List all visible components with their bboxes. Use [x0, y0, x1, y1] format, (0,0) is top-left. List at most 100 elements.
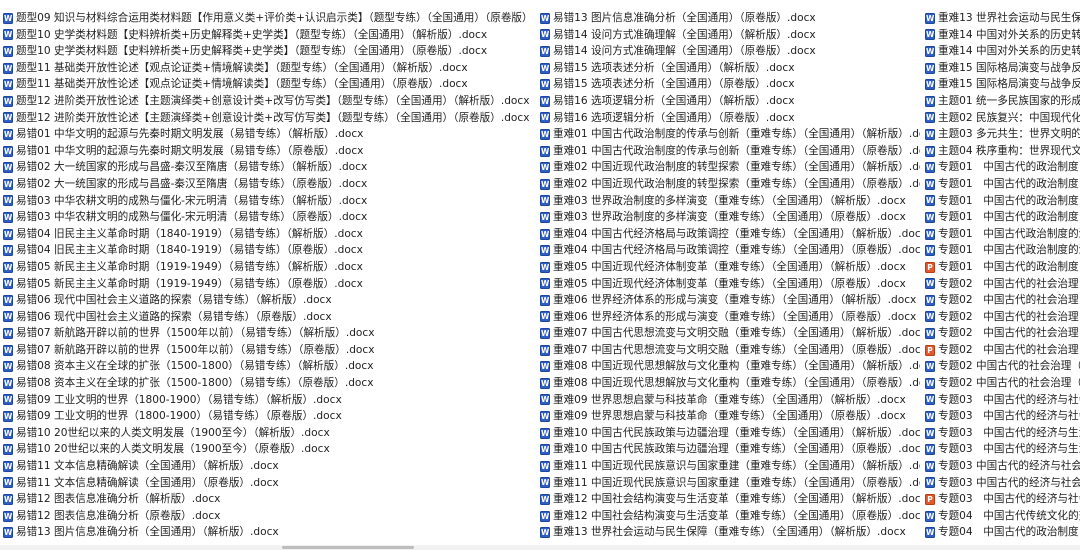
file-name: 专题02 中国古代的社会治理（复 [938, 294, 1080, 307]
file-item[interactable]: 重难15 国际格局演变与战争反思 [922, 76, 1080, 93]
file-item[interactable]: 重难14 中国对外关系的历史转型 [922, 27, 1080, 44]
file-item[interactable]: 专题01 中国古代的政治制度（复 [922, 259, 1080, 276]
file-item[interactable]: 主题01 统一多民族国家的形成与发 [922, 93, 1080, 110]
file-item[interactable]: 易错05 新民主主义革命时期（1919-1949）（易错专练）（原卷版）.doc… [0, 276, 532, 293]
file-item[interactable]: 易错10 20世纪以来的人类文明发展（1900至今）（解析版）.docx [0, 425, 532, 442]
file-item[interactable]: 重难08 中国近现代思想解放与文化重构（重难专练）（全国通用）（解析版）.doc… [537, 358, 920, 375]
file-item[interactable]: 重难12 中国社会结构演变与生活变革（重难专练）（全国通用）（解析版）.docx [537, 491, 920, 508]
file-item[interactable]: 易错13 图片信息准确分析（全国通用）（解析版）.docx [0, 524, 532, 541]
file-item[interactable]: 重难03 世界政治制度的多样演变（重难专练）（全国通用）（解析版）.docx [537, 193, 920, 210]
file-item[interactable]: 主题04 秩序重构：世界现代文明的 [922, 143, 1080, 160]
file-item[interactable]: 易错09 工业文明的世界（1800-1900）（易错专练）（原卷版）.docx [0, 408, 532, 425]
file-item[interactable]: 重难03 世界政治制度的多样演变（重难专练）（全国通用）（原卷版）.docx [537, 209, 920, 226]
file-item[interactable]: 专题02 中国古代的社会治理（复 [922, 342, 1080, 359]
file-item[interactable]: 专题02 中国古代的社会治理（复 [922, 276, 1080, 293]
file-item[interactable]: 专题02 中国古代的社会治理（专题 [922, 358, 1080, 375]
file-item[interactable]: 重难06 世界经济体系的形成与演变（重难专练）（全国通用）（原卷版）.docx [537, 309, 920, 326]
file-item[interactable]: 重难04 中国古代经济格局与政策调控（重难专练）（全国通用）（解析版）.docx [537, 226, 920, 243]
file-item[interactable]: 题型11 基础类开放性论述【观点论证类+情境解读类】（题型专练）（全国通用）（解… [0, 60, 532, 77]
file-item[interactable]: 重难09 世界思想启蒙与科技革命（重难专练）（全国通用）（解析版）.docx [537, 392, 920, 409]
file-item[interactable]: 重难14 中国对外关系的历史转型 [922, 43, 1080, 60]
file-item[interactable]: 易错07 新航路开辟以前的世界（1500年以前）（易错专练）（原卷版）.docx [0, 342, 532, 359]
file-item[interactable]: 重难13 世界社会运动与民生保障（重难专练）（全国通用）（解析版）.docx [537, 524, 920, 541]
file-item[interactable]: 题型09 知识与材料综合运用类材料题【作用意义类+评价类+认识启示类】（题型专练… [0, 10, 532, 27]
file-item[interactable]: 易错02 大一统国家的形成与昌盛-秦汉至隋唐（易错专练）（解析版）.docx [0, 159, 532, 176]
file-item[interactable]: 重难02 中国近现代政治制度的转型探索（重难专练）（全国通用）（解析版）.doc… [537, 159, 920, 176]
file-item[interactable]: 易错07 新航路开辟以前的世界（1500年以前）（易错专练）（解析版）.docx [0, 325, 532, 342]
file-item[interactable]: 易错15 选项表述分析（全国通用）（解析版）.docx [537, 60, 920, 77]
file-item[interactable]: 易错10 20世纪以来的人类文明发展（1900至今）（原卷版）.docx [0, 441, 532, 458]
file-item[interactable]: 专题02 中国古代的社会治理（专题 [922, 375, 1080, 392]
file-item[interactable]: 专题03 中国古代的经济与生活（ [922, 441, 1080, 458]
file-item[interactable]: 专题03 中国古代的经济与社会生活 [922, 458, 1080, 475]
file-item[interactable]: 专题01 中国古代政治制度的演进 [922, 242, 1080, 259]
file-item[interactable]: 易错13 图片信息准确分析（全国通用）（原卷版）.docx [537, 10, 920, 27]
file-item[interactable]: 重难05 中国近现代经济体制变革（重难专练）（全国通用）（原卷版）.docx [537, 276, 920, 293]
file-item[interactable]: 重难09 世界思想启蒙与科技革命（重难专练）（全国通用）（原卷版）.docx [537, 408, 920, 425]
file-item[interactable]: 易错04 旧民主主义革命时期（1840-1919）（易错专练）（解析版）.doc… [0, 226, 532, 243]
file-item[interactable]: 重难04 中国古代经济格局与政策调控（重难专练）（全国通用）（原卷版）.docx [537, 242, 920, 259]
file-item[interactable]: 专题01 中国古代的政治制度（复 [922, 159, 1080, 176]
file-item[interactable]: 易错15 选项表述分析（全国通用）（原卷版）.docx [537, 76, 920, 93]
file-item[interactable]: 专题04 中国古代的政治制度（复 [922, 524, 1080, 541]
file-item[interactable]: 专题03 中国古代的经济与社会生活 [922, 475, 1080, 492]
file-item[interactable]: 重难07 中国古代思想流变与文明交融（重难专练）（全国通用）（原卷版）.docx [537, 342, 920, 359]
file-item[interactable]: 易错02 大一统国家的形成与昌盛-秦汉至隋唐（易错专练）（原卷版）.docx [0, 176, 532, 193]
file-item[interactable]: 专题02 中国古代的社会治理（史 [922, 325, 1080, 342]
file-item[interactable]: 易错11 文本信息精确解读（全国通用）（解析版）.docx [0, 458, 532, 475]
file-item[interactable]: 易错12 图表信息准确分析（解析版）.docx [0, 491, 532, 508]
horizontal-scrollbar[interactable] [0, 545, 1080, 550]
file-item[interactable]: 重难10 中国古代民族政策与边疆治理（重难专练）（全国通用）（原卷版）.docx [537, 441, 920, 458]
file-item[interactable]: 易错14 设问方式准确理解（全国通用）（解析版）.docx [537, 27, 920, 44]
file-item[interactable]: 易错11 文本信息精确解读（全国通用）（原卷版）.docx [0, 475, 532, 492]
file-item[interactable]: 专题01 中国古代的政治制度（专 [922, 193, 1080, 210]
file-item[interactable]: 专题03 中国古代的经济与生活（ [922, 425, 1080, 442]
file-item[interactable]: 重难10 中国古代民族政策与边疆治理（重难专练）（全国通用）（解析版）.docx [537, 425, 920, 442]
file-item[interactable]: 专题01 中国古代的政治制度（专 [922, 209, 1080, 226]
file-item[interactable]: 易错08 资本主义在全球的扩张（1500-1800）（易错专练）（解析版）.do… [0, 358, 532, 375]
file-item[interactable]: 易错06 现代中国社会主义道路的探索（易错专练）（原卷版）.docx [0, 309, 532, 326]
file-item[interactable]: 专题01 中国古代的政治制度（复 [922, 176, 1080, 193]
file-item[interactable]: 易错09 工业文明的世界（1800-1900）（易错专练）（解析版）.docx [0, 392, 532, 409]
file-item[interactable]: 易错16 选项逻辑分析（全国通用）（原卷版）.docx [537, 110, 920, 127]
file-item[interactable]: 专题03 中国古代的经济与社会生 [922, 392, 1080, 409]
file-item[interactable]: 专题01 中国古代政治制度的演进 [922, 226, 1080, 243]
file-item[interactable]: 易错04 旧民主主义革命时期（1840-1919）（易错专练）（原卷版）.doc… [0, 242, 532, 259]
file-item[interactable]: 易错05 新民主主义革命时期（1919-1949）（易错专练）（解析版）.doc… [0, 259, 532, 276]
file-item[interactable]: 重难06 世界经济体系的形成与演变（重难专练）（全国通用）（解析版）.docx [537, 292, 920, 309]
file-item[interactable]: 易错12 图表信息准确分析（原卷版）.docx [0, 508, 532, 525]
file-item[interactable]: 易错03 中华农耕文明的成熟与僵化-宋元明清（易错专练）（原卷版）.docx [0, 209, 532, 226]
file-item[interactable]: 重难02 中国近现代政治制度的转型探索（重难专练）（全国通用）（原卷版）.doc… [537, 176, 920, 193]
file-item[interactable]: 重难11 中国近现代民族意识与国家重建（重难专练）（全国通用）（原卷版）.doc… [537, 475, 920, 492]
file-item[interactable]: 重难05 中国近现代经济体制变革（重难专练）（全国通用）（解析版）.docx [537, 259, 920, 276]
file-item[interactable]: 专题03 中国古代的经济与社会生 [922, 491, 1080, 508]
file-item[interactable]: 主题02 民族复兴：中国现代化的探 [922, 110, 1080, 127]
file-item[interactable]: 易错08 资本主义在全球的扩张（1500-1800）（易错专练）（原卷版）.do… [0, 375, 532, 392]
file-item[interactable]: 重难15 国际格局演变与战争反思 [922, 60, 1080, 77]
word-doc-icon [540, 228, 550, 240]
file-item[interactable]: 重难12 中国社会结构演变与生活变革（重难专练）（全国通用）（原卷版）.docx [537, 508, 920, 525]
file-item[interactable]: 重难13 世界社会运动与民生保障 [922, 10, 1080, 27]
file-item[interactable]: 专题02 中国古代的社会治理（复 [922, 292, 1080, 309]
file-item[interactable]: 易错06 现代中国社会主义道路的探索（易错专练）（解析版）.docx [0, 292, 532, 309]
file-item[interactable]: 专题04 中国古代传统文化的交流 [922, 508, 1080, 525]
file-item[interactable]: 专题03 中国古代的经济与社会生 [922, 408, 1080, 425]
file-item[interactable]: 易错16 选项逻辑分析（全国通用）（解析版）.docx [537, 93, 920, 110]
file-item[interactable]: 易错01 中华文明的起源与先秦时期文明发展（易错专练）（解析版）.docx [0, 126, 532, 143]
file-item[interactable]: 重难01 中国古代政治制度的传承与创新（重难专练）（全国通用）（解析版）.doc… [537, 126, 920, 143]
file-item[interactable]: 易错03 中华农耕文明的成熟与僵化-宋元明清（易错专练）（解析版）.docx [0, 193, 532, 210]
scrollbar-thumb[interactable] [282, 546, 414, 549]
file-item[interactable]: 重难08 中国近现代思想解放与文化重构（重难专练）（全国通用）（原卷版）.doc… [537, 375, 920, 392]
file-item[interactable]: 专题02 中国古代的社会治理（史 [922, 309, 1080, 326]
file-item[interactable]: 题型10 史学类材料题【史料辨析类+历史解释类+史学类】（题型专练）（全国通用）… [0, 27, 532, 44]
file-item[interactable]: 重难11 中国近现代民族意识与国家重建（重难专练）（全国通用）（解析版）.doc… [537, 458, 920, 475]
file-item[interactable]: 题型12 进阶类开放性论述【主题演绎类+创意设计类+改写仿写类】（题型专练）（全… [0, 110, 532, 127]
file-item[interactable]: 重难07 中国古代思想流变与文明交融（重难专练）（全国通用）（解析版）.docx [537, 325, 920, 342]
file-item[interactable]: 题型11 基础类开放性论述【观点论证类+情境解读类】（题型专练）（全国通用）（原… [0, 76, 532, 93]
file-item[interactable]: 重难01 中国古代政治制度的传承与创新（重难专练）（全国通用）（原卷版）.doc… [537, 143, 920, 160]
file-item[interactable]: 易错01 中华文明的起源与先秦时期文明发展（易错专练）（原卷版）.docx [0, 143, 532, 160]
file-item[interactable]: 主题03 多元共生：世界文明的演进 [922, 126, 1080, 143]
file-item[interactable]: 题型12 进阶类开放性论述【主题演绎类+创意设计类+改写仿写类】（题型专练）（全… [0, 93, 532, 110]
file-item[interactable]: 易错14 设问方式准确理解（全国通用）（原卷版）.docx [537, 43, 920, 60]
file-item[interactable]: 题型10 史学类材料题【史料辨析类+历史解释类+史学类】（题型专练）（全国通用）… [0, 43, 532, 60]
